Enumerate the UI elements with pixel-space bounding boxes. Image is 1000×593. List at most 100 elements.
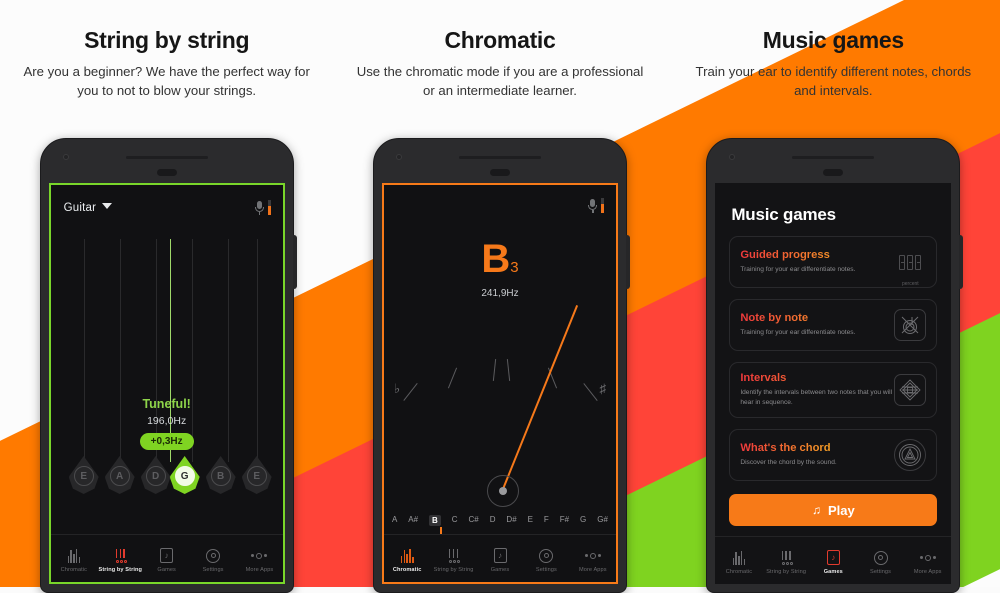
scale-note[interactable]: G [580, 515, 586, 526]
icon-caption: percent [901, 281, 919, 287]
nav-item-settings[interactable]: Settings [190, 547, 236, 573]
scale-note[interactable]: F [544, 515, 549, 526]
nav-item-games[interactable]: ♪ Games [810, 549, 857, 575]
interval-lattice-icon [894, 373, 927, 406]
string-button-e-high[interactable]: E [241, 456, 272, 494]
scale-note[interactable]: A# [408, 515, 418, 526]
nav-item-settings[interactable]: Settings [857, 549, 904, 575]
bottom-nav-bar: Chromatic String by String ♪ Games Setti… [715, 536, 952, 584]
earpiece-speaker [792, 156, 875, 159]
instrument-label: Guitar [63, 202, 97, 214]
settings-gear-icon [857, 549, 904, 566]
chromatic-icon [715, 549, 762, 566]
string-button-e-low[interactable]: E [68, 456, 99, 494]
card-title: What's the chord [740, 442, 836, 454]
string-label: E [73, 466, 94, 486]
tuner-screen-string: Guitar Tuneful! 196,0Hz +0,3Hz E A D G B… [48, 183, 285, 584]
instrument-selector[interactable]: Guitar [64, 198, 113, 216]
earpiece-speaker [458, 156, 541, 159]
chevron-down-icon [102, 203, 113, 209]
nav-label: String by String [98, 567, 143, 573]
note-octave: 3 [510, 259, 519, 276]
more-apps-icon [904, 549, 951, 566]
nav-item-settings[interactable]: Settings [523, 547, 569, 573]
scale-note[interactable]: A [392, 515, 397, 526]
nav-item-string-by-string[interactable]: String by String [97, 547, 143, 573]
flat-symbol-icon: ♭ [393, 381, 401, 396]
scale-note[interactable]: C# [469, 515, 479, 526]
scale-note[interactable]: D [490, 515, 496, 526]
phone-mockup-1: Guitar Tuneful! 196,0Hz +0,3Hz E A D G B… [39, 138, 297, 593]
feature-panels: String by string Are you a beginner? We … [0, 0, 1000, 593]
tuning-status-text: Tuneful! [142, 397, 191, 411]
panel-chromatic: Chromatic Use the chromatic mode if you … [333, 0, 666, 593]
card-title: Guided progress [740, 249, 855, 261]
percent-digits-icon: percent [894, 246, 926, 287]
mic-level-group[interactable] [588, 198, 604, 213]
card-subtitle: Discover the chord by the sound. [740, 458, 837, 466]
chromatic-note-scale: A A# B C C# D D# E F F# G G# [384, 515, 616, 526]
settings-gear-icon [523, 547, 569, 564]
tuning-frequency: 196,0Hz [147, 415, 187, 427]
scale-note[interactable]: D# [506, 515, 516, 526]
nav-item-string-by-string[interactable]: String by String [763, 549, 810, 575]
string-button-g-active[interactable]: G [169, 456, 200, 494]
needle-pivot [486, 475, 519, 507]
scale-note-active[interactable]: B [429, 515, 441, 526]
games-icon: ♪ [810, 549, 857, 566]
nav-item-chromatic[interactable]: Chromatic [384, 547, 430, 573]
proximity-sensor [489, 169, 510, 176]
tuner-toolbar [384, 185, 616, 213]
nav-item-games[interactable]: ♪ Games [143, 547, 189, 573]
game-card-note-by-note[interactable]: Note by note Training for your ear diffe… [729, 299, 938, 351]
scale-note[interactable]: G# [597, 515, 608, 526]
nav-label: Games [490, 567, 510, 573]
play-button[interactable]: ♫ Play [729, 494, 938, 526]
games-icon: ♪ [143, 547, 189, 564]
string-button-b[interactable]: B [205, 456, 236, 494]
tuner-screen-chromatic: B3 241,9Hz ♭ ♯ A A# B C C# D D# E F F# G… [381, 183, 618, 584]
panel-header: String by string Are you a beginner? We … [0, 0, 333, 101]
nav-label: Settings [535, 567, 557, 573]
mic-level-group[interactable] [255, 199, 271, 215]
bottom-nav-bar: Chromatic String by String ♪ Games Setti… [383, 534, 616, 582]
nav-label: Chromatic [392, 567, 422, 573]
gauge-tick [492, 358, 497, 382]
more-apps-icon [236, 547, 282, 564]
play-music-icon: ♫ [811, 503, 821, 517]
nav-item-more-apps[interactable]: More Apps [570, 547, 616, 573]
nav-item-string-by-string[interactable]: String by String [430, 547, 476, 573]
page-title: Chromatic [444, 27, 556, 53]
nav-item-chromatic[interactable]: Chromatic [51, 547, 97, 573]
nav-label: Games [823, 569, 843, 575]
nav-item-more-apps[interactable]: More Apps [236, 547, 282, 573]
scale-note[interactable]: F# [560, 515, 569, 526]
note-letter: B [481, 237, 511, 281]
game-card-whats-the-chord[interactable]: What's the chord Discover the chord by t… [729, 428, 938, 481]
proximity-sensor [156, 169, 177, 176]
bottom-nav-bar: Chromatic String by String ♪ Games Setti… [50, 534, 283, 582]
string-button-a[interactable]: A [104, 456, 135, 494]
games-icon: ♪ [477, 547, 523, 564]
sharp-symbol-icon: ♯ [599, 381, 606, 396]
card-subtitle: Identify the intervals between two notes… [740, 389, 893, 406]
panel-music-games: Music games Train your ear to identify d… [667, 0, 1000, 593]
gauge-tick [403, 382, 418, 402]
scale-note[interactable]: E [528, 515, 533, 526]
string-label: A [109, 466, 130, 486]
panel-header: Music games Train your ear to identify d… [667, 0, 1000, 101]
scale-note[interactable]: C [452, 515, 458, 526]
nav-item-chromatic[interactable]: Chromatic [715, 549, 762, 575]
string-label: D [145, 466, 166, 486]
game-card-guided-progress[interactable]: Guided progress Training for your ear di… [729, 236, 938, 288]
string-label: G [174, 466, 195, 486]
nav-item-games[interactable]: ♪ Games [477, 547, 523, 573]
nav-item-more-apps[interactable]: More Apps [904, 549, 951, 575]
microphone-icon [588, 199, 598, 213]
nav-label: More Apps [913, 569, 942, 575]
nav-label: Games [157, 567, 176, 573]
game-card-intervals[interactable]: Intervals Identify the intervals between… [729, 362, 938, 418]
input-level-meter [267, 199, 271, 215]
string-button-d[interactable]: D [140, 456, 171, 494]
front-camera-icon [62, 154, 69, 160]
